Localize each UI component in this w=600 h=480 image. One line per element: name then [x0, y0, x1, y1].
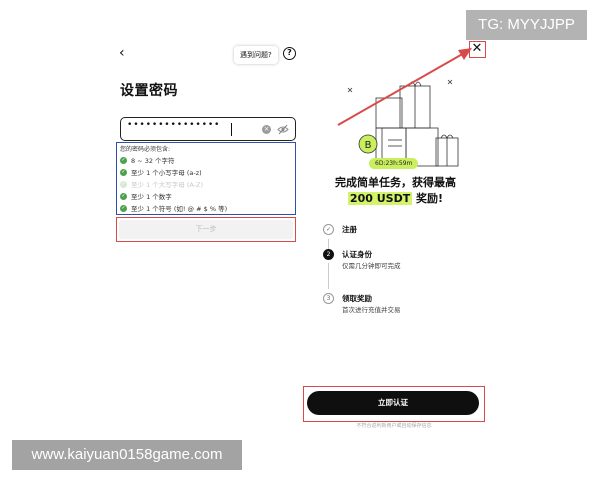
rule-text: 至少 1 个大写字母 (A-Z)	[131, 181, 204, 189]
set-password-panel: ‹ 遇到问题? ? 设置密码 ••••••••••••••• × 您的密码必须包…	[113, 40, 303, 435]
password-value: •••••••••••••••	[127, 120, 221, 130]
rule-symbol: ✓ 至少 1 个符号 (如! @ # $ % 等)	[120, 202, 292, 214]
page-title: 设置密码	[120, 83, 178, 99]
check-icon: ✓	[120, 180, 127, 188]
close-icon[interactable]: ✕	[470, 41, 484, 57]
promo-panel: ✕ B 6D:23h:59m 完成简单任务，获得最高 200 USDT 奖励! …	[303, 40, 488, 435]
verify-now-button[interactable]: 立即认证	[307, 391, 479, 415]
step-check-icon: ✓	[323, 224, 334, 235]
rule-uppercase: ✓ 至少 1 个大写字母 (A-Z)	[120, 178, 292, 190]
footnote: 不符合返利新用户或自动保存信息	[356, 423, 432, 429]
step-subtitle: 仅需几分钟即可完成	[342, 262, 401, 270]
verify-button-highlight: 立即认证	[303, 386, 485, 422]
telegram-watermark: TG: MYYJJPP	[466, 10, 587, 40]
rule-length: ✓ 8 ~ 32 个字符	[120, 154, 292, 166]
text-caret	[231, 123, 233, 136]
close-button[interactable]: ✕	[469, 41, 486, 58]
page: ‹ 遇到问题? ? 设置密码 ••••••••••••••• × 您的密码必须包…	[0, 0, 600, 480]
next-button-highlight: 下一步	[116, 217, 296, 242]
step-title: 领取奖励	[342, 294, 372, 303]
step-title: 注册	[342, 225, 357, 234]
password-rules: 您的密码必须包含: ✓ 8 ~ 32 个字符 ✓ 至少 1 个小写字母 (a-z…	[116, 142, 296, 215]
step-connector	[328, 263, 329, 289]
check-icon: ✓	[120, 156, 127, 164]
help-button[interactable]: 遇到问题?	[234, 46, 278, 64]
rule-text: 至少 1 个小写字母 (a-z)	[131, 169, 202, 177]
svg-text:B: B	[365, 140, 372, 151]
check-icon: ✓	[120, 204, 127, 212]
headline-line2: 200 USDT 奖励!	[303, 191, 488, 207]
rule-text: 8 ~ 32 个字符	[131, 157, 175, 165]
step-number: 2	[323, 249, 334, 260]
rule-text: 至少 1 个符号 (如! @ # $ % 等)	[131, 205, 228, 213]
check-icon: ✓	[120, 168, 127, 176]
headline-line1: 完成简单任务，获得最高	[335, 176, 456, 189]
rule-number: ✓ 至少 1 个数字	[120, 190, 292, 202]
countdown-badge: 6D:23h:59m	[369, 158, 419, 169]
site-watermark: www.kaiyuan0158game.com	[12, 440, 242, 470]
reward-amount: 200 USDT	[347, 192, 413, 205]
back-arrow-icon[interactable]: ‹	[119, 46, 133, 60]
rules-title: 您的密码必须包含:	[120, 146, 171, 153]
promo-headline: 完成简单任务，获得最高 200 USDT 奖励!	[303, 175, 488, 207]
step-title: 认证身份	[342, 250, 372, 259]
clear-icon[interactable]: ×	[262, 125, 271, 134]
rule-lowercase: ✓ 至少 1 个小写字母 (a-z)	[120, 166, 292, 178]
password-field[interactable]: ••••••••••••••• ×	[120, 117, 296, 141]
headline-suffix: 奖励!	[412, 192, 444, 205]
rule-text: 至少 1 个数字	[131, 193, 172, 201]
step-number: 3	[323, 293, 334, 304]
step-subtitle: 首次进行充值并交易	[342, 306, 401, 314]
check-icon: ✓	[120, 192, 127, 200]
next-button[interactable]: 下一步	[119, 220, 293, 239]
eye-hidden-icon[interactable]	[277, 124, 289, 135]
gift-boxes-illustration: B	[347, 79, 459, 167]
question-icon[interactable]: ?	[283, 47, 296, 60]
